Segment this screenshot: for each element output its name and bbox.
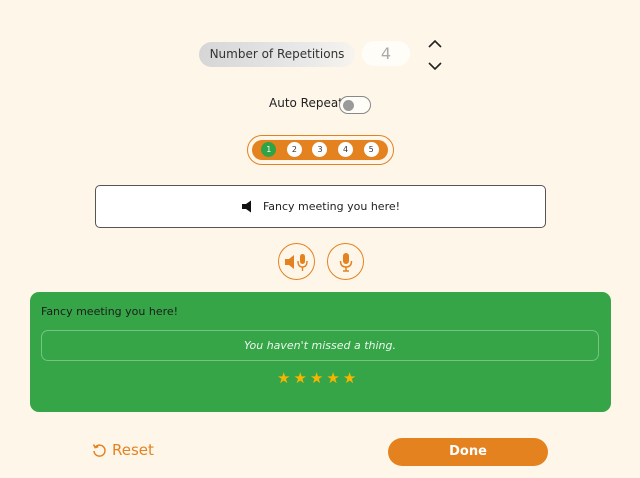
result-panel: Fancy meeting you here! You haven't miss… bbox=[30, 292, 611, 412]
target-phrase-box: Fancy meeting you here! bbox=[95, 185, 546, 228]
step-3[interactable]: 3 bbox=[312, 142, 328, 157]
star-icon: ★ bbox=[342, 369, 357, 387]
record-button[interactable] bbox=[327, 243, 364, 280]
chevron-down-icon[interactable] bbox=[425, 59, 445, 73]
repetitions-value[interactable]: 4 bbox=[362, 41, 410, 66]
step-2[interactable]: 2 bbox=[286, 142, 302, 157]
star-icon: ★ bbox=[277, 369, 291, 387]
repetitions-label: Number of Repetitions bbox=[199, 42, 355, 67]
auto-repeat-toggle[interactable] bbox=[339, 96, 371, 114]
step-track: 1 2 3 4 5 bbox=[252, 139, 388, 160]
feedback-message: You haven't missed a thing. bbox=[41, 330, 599, 361]
recognized-text: Fancy meeting you here! bbox=[41, 305, 179, 318]
toggle-knob bbox=[343, 99, 354, 111]
chevron-up-icon[interactable] bbox=[425, 36, 445, 50]
speaker-icon[interactable] bbox=[241, 200, 253, 213]
star-rating: ★ ★ ★ ★ ★ bbox=[277, 370, 356, 386]
done-button[interactable]: Done bbox=[388, 438, 548, 466]
star-icon: ★ bbox=[293, 369, 307, 387]
reset-icon bbox=[92, 443, 107, 458]
reset-label: Reset bbox=[112, 441, 154, 459]
step-1[interactable]: 1 bbox=[261, 142, 277, 157]
star-icon: ★ bbox=[309, 369, 324, 387]
reset-button[interactable]: Reset bbox=[92, 441, 154, 459]
target-phrase-text: Fancy meeting you here! bbox=[262, 200, 401, 213]
auto-repeat-label: Auto Repeat bbox=[269, 96, 343, 110]
step-4[interactable]: 4 bbox=[338, 142, 354, 157]
step-indicator: 1 2 3 4 5 bbox=[247, 135, 394, 165]
microphone-icon bbox=[339, 252, 352, 272]
listen-button[interactable] bbox=[278, 243, 315, 280]
practice-screen: Number of Repetitions 4 Auto Repeat 1 2 … bbox=[0, 0, 640, 478]
star-icon: ★ bbox=[326, 369, 340, 387]
step-5[interactable]: 5 bbox=[363, 142, 379, 157]
speaker-mic-icon bbox=[284, 253, 308, 271]
